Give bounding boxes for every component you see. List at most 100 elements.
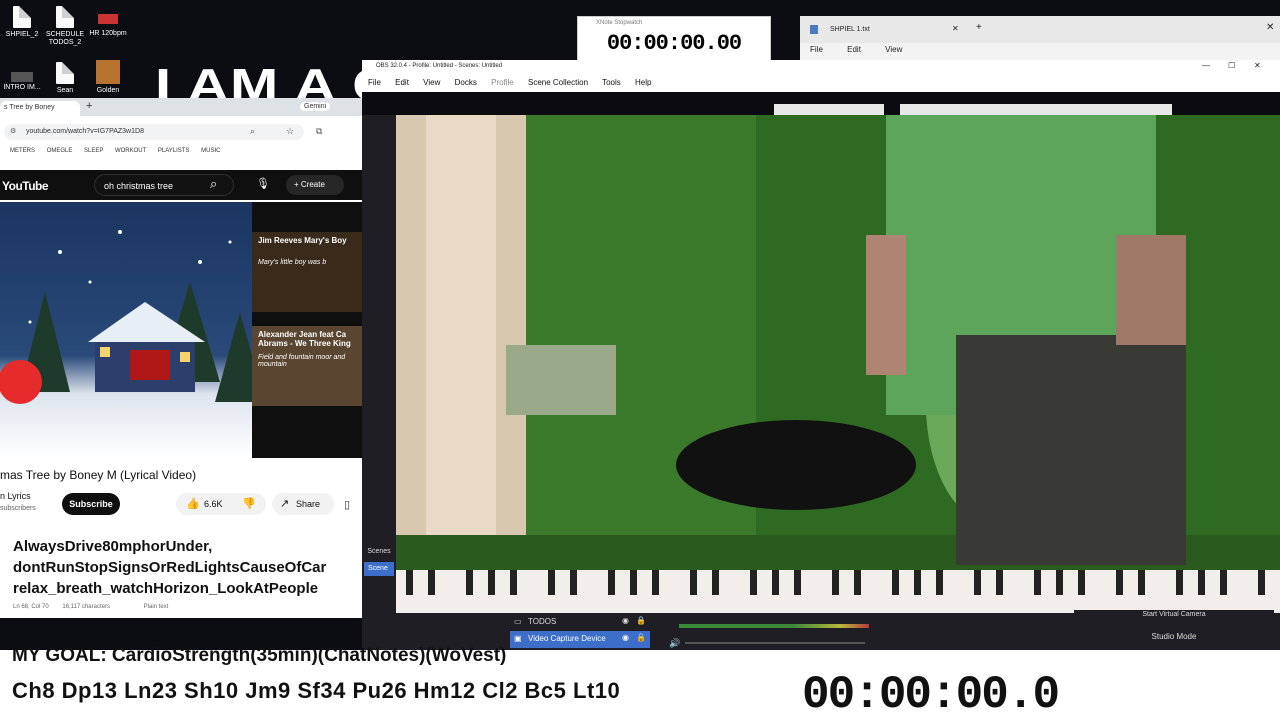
stopwatch-window: XNote Stopwatch 00:00:00.00 (577, 16, 771, 62)
video-title: mas Tree by Boney M (Lyrical Video) (0, 468, 197, 482)
thumbs-up-icon: 👍 (186, 498, 200, 510)
obs-preview-strip (362, 92, 1280, 115)
goal-text: MY GOAL: CardioStrength(35min)(ChatNotes… (12, 645, 507, 666)
obs-menu-docks[interactable]: Docks (455, 78, 477, 87)
close-icon[interactable]: ✕ (1254, 61, 1261, 70)
obs-menu-help[interactable]: Help (635, 78, 651, 87)
note-line-2: dontRunStopSignsOrRedLightsCauseOfCar (13, 559, 327, 576)
obs-menu-scene-collection[interactable]: Scene Collection (528, 78, 588, 87)
youtube-header: YouTube oh christmas tree ⌕ 🎙 + Create (0, 170, 362, 200)
close-tab-icon[interactable]: ✕ (952, 24, 959, 33)
bookmark-omegle[interactable]: OMEGLE (47, 148, 73, 154)
minimize-icon[interactable]: — (1202, 61, 1210, 70)
obs-menubar: File Edit View Docks Profile Scene Colle… (362, 74, 1280, 92)
source-item-todos[interactable]: ▭ TODOS ◉ 🔒 (510, 614, 650, 631)
create-button[interactable]: + Create (286, 175, 344, 195)
obs-menu-edit[interactable]: Edit (395, 78, 409, 87)
thumbs-down-icon[interactable]: 👎 (242, 497, 256, 510)
camera-icon: ▣ (514, 634, 522, 643)
search-icon[interactable]: ⌕ (210, 176, 217, 192)
share-icon: ↗ (280, 498, 290, 510)
obs-titlebar: OBS 32.0.4 - Profile: Untitled - Scenes:… (362, 60, 1280, 74)
save-icon[interactable]: ▯ (344, 498, 350, 511)
audio-mixer-dock: 🔊 (667, 614, 869, 654)
volume-slider[interactable] (685, 642, 865, 644)
menu-file[interactable]: File (810, 45, 823, 54)
menu-edit[interactable]: Edit (847, 45, 861, 54)
bookmark-sleep[interactable]: SLEEP (84, 148, 103, 154)
video-player-area: Jim Reeves Mary's Boy Mary's little boy … (0, 202, 362, 458)
speaker-icon[interactable]: 🔊 (669, 638, 680, 649)
note-line-3: relax_breath_watchHorizon_LookAtPeople (13, 580, 319, 597)
visibility-eye-icon[interactable]: ◉ (622, 616, 629, 625)
gemini-button[interactable]: Gemini (300, 102, 331, 111)
media-icon (11, 72, 33, 82)
zoom-icon[interactable]: ⌕ (250, 126, 255, 137)
overlay-timer: 00:00:00.0 (802, 670, 1060, 720)
subscribe-button[interactable]: Subscribe (62, 493, 120, 515)
obs-menu-tools[interactable]: Tools (602, 78, 621, 87)
visibility-eye-icon[interactable]: ◉ (622, 633, 629, 642)
stopwatch-title: XNote Stopwatch (596, 20, 643, 26)
extensions-icon[interactable]: ⧉ (316, 126, 322, 137)
bookmark-star-icon[interactable]: ☆ (286, 126, 294, 137)
subscriber-count: subscribers (0, 505, 36, 512)
source-item-video-capture[interactable]: ▣ Video Capture Device ◉ 🔒 (510, 631, 650, 648)
site-info-icon[interactable]: ⚙ (10, 127, 16, 135)
video-player[interactable] (0, 202, 265, 458)
menu-view[interactable]: View (885, 45, 902, 54)
audio-meter (679, 624, 869, 628)
notepad-menubar: File Edit View (800, 43, 1280, 54)
channel-name[interactable]: n Lyrics (0, 491, 31, 501)
lock-icon[interactable]: 🔒 (636, 633, 646, 642)
url-input[interactable]: youtube.com/watch?v=IG7PAZ3w1D8 (4, 124, 304, 140)
bookmark-workout[interactable]: WORKOUT (115, 148, 146, 154)
notepad-tabbar: SHPIEL 1.txt ✕ + ✕ (800, 16, 1280, 43)
youtube-logo[interactable]: YouTube (2, 179, 49, 193)
cursor-position: Ln 68, Col 70 (13, 604, 49, 610)
play-circle-icon (0, 360, 42, 404)
controls-dock: Start Virtual Camera Studio Mode (1074, 610, 1274, 654)
obs-window: OBS 32.0.4 - Profile: Untitled - Scenes:… (362, 60, 1280, 655)
studio-mode-button[interactable]: Studio Mode (1074, 628, 1274, 646)
desktop-icon-golden[interactable]: Golden (78, 60, 138, 95)
webcam-feed-image (396, 115, 1280, 613)
browser-tab[interactable]: s Tree by Boney (0, 101, 80, 116)
audio-file-icon (98, 14, 118, 24)
christmas-scene-image (0, 230, 265, 404)
bookmark-music[interactable]: MUSIC (201, 148, 220, 154)
document-icon (56, 62, 74, 84)
browser-tabbar: s Tree by Boney + Gemini (0, 98, 362, 116)
new-tab-icon[interactable]: + (86, 100, 92, 112)
sources-dock: ▭ TODOS ◉ 🔒 ▣ Video Capture Device ◉ 🔒 (510, 614, 650, 654)
bookmark-playlists[interactable]: PLAYLISTS (158, 148, 190, 154)
bookmark-meters[interactable]: METERS (10, 148, 35, 154)
text-source-icon: ▭ (514, 617, 522, 626)
notepad-window: SHPIEL 1.txt ✕ + ✕ File Edit View (800, 16, 1280, 60)
recommended-video-1[interactable]: Jim Reeves Mary's Boy Mary's little boy … (252, 232, 362, 312)
desktop-icon-hr[interactable]: HR 120bpm (78, 14, 138, 38)
new-tab-icon[interactable]: + (976, 22, 982, 33)
bookmarks-bar: METERS OMEGLE SLEEP WORKOUT PLAYLISTS MU… (0, 148, 362, 162)
mini-window-thumb (774, 104, 884, 115)
note-line-1: AlwaysDrive80mphorUnder, (13, 538, 213, 555)
notepad-tab[interactable]: SHPIEL 1.txt (830, 26, 870, 33)
notepad-statusbar: Ln 68, Col 70 16,117 characters Plain te… (13, 604, 180, 610)
scene-item[interactable]: Scene (364, 562, 394, 576)
close-window-icon[interactable]: ✕ (1266, 22, 1274, 33)
obs-menu-file[interactable]: File (368, 78, 381, 87)
like-button[interactable]: 👍 6.6K 👎 (176, 493, 266, 515)
stats-text: Ch8 Dp13 Ln23 Sh10 Jm9 Sf34 Pu26 Hm12 Cl… (12, 678, 621, 703)
plus-icon: + (294, 180, 301, 189)
maximize-icon[interactable]: ☐ (1228, 61, 1235, 70)
lock-icon[interactable]: 🔒 (636, 616, 646, 625)
text-format: Plain text (143, 604, 169, 610)
microphone-icon[interactable]: 🎙 (256, 177, 270, 190)
obs-preview-canvas[interactable] (396, 115, 1280, 613)
recommended-video-2[interactable]: Alexander Jean feat Ca Abrams - We Three… (252, 326, 362, 406)
obs-menu-profile[interactable]: Profile (491, 78, 514, 87)
obs-menu-view[interactable]: View (423, 78, 440, 87)
mini-window-thumb (900, 104, 1172, 115)
share-button[interactable]: ↗ Share (272, 493, 334, 515)
start-virtual-camera-button[interactable]: Start Virtual Camera (1074, 610, 1274, 628)
